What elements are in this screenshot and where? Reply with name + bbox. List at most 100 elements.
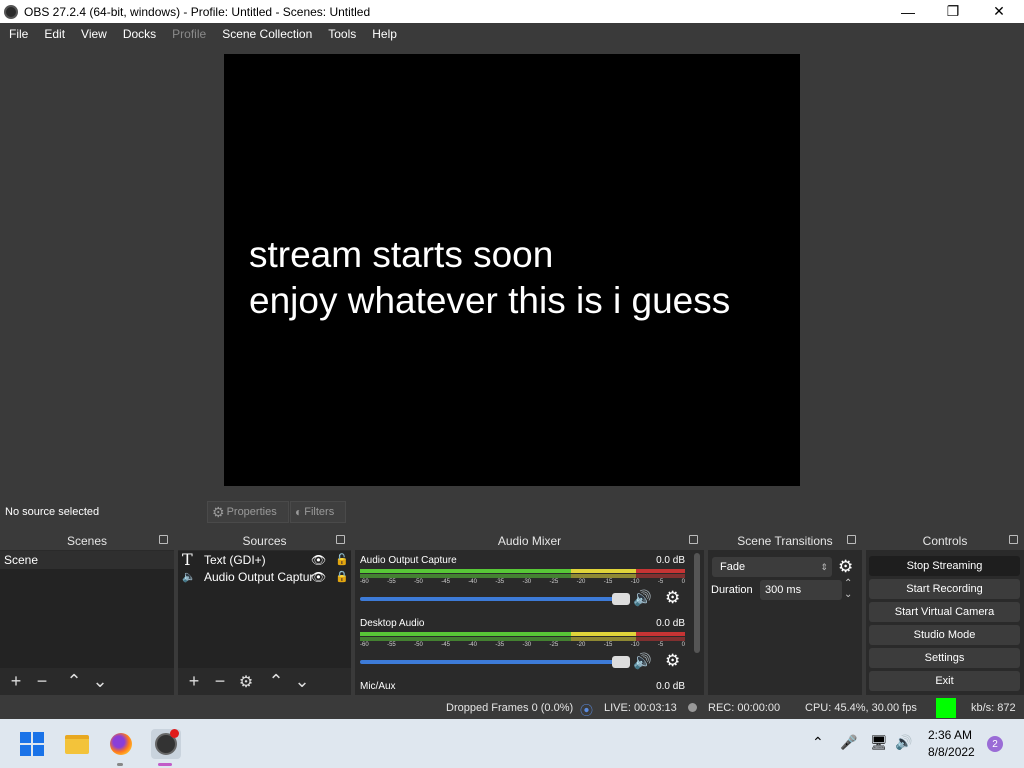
transition-selected-value: Fade (720, 561, 746, 573)
maximize-button[interactable]: ❐ (930, 0, 976, 23)
add-icon[interactable]: + (4, 671, 28, 693)
source-label: Text (GDI+) (204, 552, 266, 567)
move-up-icon[interactable]: ⌃ (264, 671, 288, 693)
source-item-text[interactable]: T Text (GDI+) 👁 🔓 (178, 550, 351, 569)
volume-icon[interactable]: 🔊 (895, 734, 912, 751)
transitions-body: Fade ⇕ ⚙ Duration 300 ms ⌃ ⌄ (708, 551, 862, 695)
notification-badge[interactable]: 2 (987, 736, 1003, 752)
channel-db: 0.0 dB (656, 681, 685, 692)
sources-title: Sources (242, 533, 287, 548)
float-dock-icon[interactable] (336, 535, 345, 544)
mixer-channel: Mic/Aux 0.0 dB (355, 681, 690, 695)
source-item-audio[interactable]: 🔈 Audio Output Captur 👁 🔒 (178, 568, 351, 585)
scenes-list: Scene + − ⌃ ⌄ (0, 551, 174, 695)
recording-dot-icon (170, 729, 179, 738)
source-label: Audio Output Captur (204, 569, 314, 584)
lock-icon[interactable]: 🔒 (335, 570, 349, 583)
speaker-icon[interactable]: 🔊 (633, 589, 652, 607)
rec-time: REC: 00:00:00 (708, 702, 781, 714)
eye-icon[interactable]: 👁 (311, 570, 326, 584)
controls-title: Controls (922, 533, 968, 548)
studio-mode-button[interactable]: Studio Mode (869, 625, 1020, 645)
stop-streaming-button[interactable]: Stop Streaming (869, 556, 1020, 576)
scenes-header: Scenes (0, 531, 174, 550)
minimize-button[interactable]: — (885, 0, 931, 23)
duration-input[interactable]: 300 ms (760, 580, 842, 600)
filters-button[interactable]: ◐ Filters (290, 501, 346, 523)
volume-slider-handle[interactable] (612, 593, 630, 605)
add-icon[interactable]: + (182, 671, 206, 693)
taskbar-time[interactable]: 2:36 AM (928, 728, 972, 742)
volume-meter (360, 569, 685, 573)
volume-meter (360, 637, 685, 641)
microphone-icon[interactable]: 🎤 (840, 734, 857, 751)
volume-slider[interactable] (360, 656, 630, 668)
float-dock-icon[interactable] (159, 535, 168, 544)
preview-text-line-1: stream starts soon (249, 234, 554, 275)
scene-transitions-title: Scene Transitions (737, 533, 833, 548)
scenes-toolbar: + − ⌃ ⌄ (0, 668, 174, 695)
chevron-updown-icon: ⇕ (820, 561, 828, 572)
lock-icon[interactable]: 🔓 (335, 553, 349, 566)
menu-scene-collection[interactable]: Scene Collection (214, 27, 320, 41)
volume-meter (360, 632, 685, 636)
move-down-icon[interactable]: ⌄ (88, 671, 112, 693)
float-dock-icon[interactable] (847, 535, 856, 544)
menu-edit[interactable]: Edit (36, 27, 73, 41)
properties-label: Properties (226, 506, 277, 518)
gear-icon[interactable]: ⚙ (665, 588, 680, 608)
menu-tools[interactable]: Tools (320, 27, 364, 41)
move-down-icon[interactable]: ⌄ (290, 671, 314, 693)
float-dock-icon[interactable] (689, 535, 698, 544)
menu-view[interactable]: View (73, 27, 115, 41)
menu-docks[interactable]: Docks (115, 27, 164, 41)
chevron-up-icon[interactable]: ⌃ (812, 734, 824, 751)
settings-button[interactable]: Settings (869, 648, 1020, 668)
menu-profile[interactable]: Profile (164, 27, 214, 41)
filters-label: Filters (304, 506, 335, 518)
start-recording-button[interactable]: Start Recording (869, 579, 1020, 599)
mixer-channel: Audio Output Capture 0.0 dB -60 -55 -50 -45… (355, 555, 690, 615)
obs-taskbar-icon[interactable] (151, 729, 181, 759)
firefox-icon[interactable] (108, 731, 134, 757)
properties-button[interactable]: ⚙ Properties (207, 501, 289, 523)
duration-stepper[interactable]: ⌃ ⌄ (844, 578, 852, 600)
text-source-icon: T (182, 550, 193, 569)
close-button[interactable]: ✕ (976, 0, 1022, 23)
exit-button[interactable]: Exit (869, 671, 1020, 691)
channel-name: Desktop Audio (360, 618, 425, 629)
channel-db: 0.0 dB (656, 555, 685, 566)
file-explorer-icon[interactable] (64, 731, 90, 757)
transition-select[interactable]: Fade ⇕ (712, 557, 832, 577)
sources-list: T Text (GDI+) 👁 🔓 🔈 Audio Output Captur … (178, 550, 351, 695)
gear-icon[interactable]: ⚙ (838, 557, 853, 577)
mixer-scrollbar[interactable] (694, 553, 700, 653)
audio-mixer-title: Audio Mixer (497, 533, 562, 548)
move-up-icon[interactable]: ⌃ (62, 671, 86, 693)
gear-icon[interactable]: ⚙ (665, 651, 680, 671)
remove-icon[interactable]: − (208, 671, 232, 693)
eye-icon[interactable]: 👁 (311, 553, 326, 567)
preview-canvas[interactable]: stream starts soon enjoy whatever this i… (224, 54, 800, 486)
scene-transitions-dock: Scene Transitions Fade ⇕ ⚙ Duration 300 … (708, 531, 862, 695)
volume-slider[interactable] (360, 593, 630, 605)
remove-icon[interactable]: − (30, 671, 54, 693)
record-icon (688, 703, 697, 712)
network-icon[interactable]: 🖥 (870, 734, 888, 751)
window-title: OBS 27.2.4 (64-bit, windows) - Profile: … (24, 4, 371, 19)
menu-file[interactable]: File (1, 27, 36, 41)
volume-slider-handle[interactable] (612, 656, 630, 668)
live-time: LIVE: 00:03:13 (604, 702, 677, 714)
menu-bar: File Edit View Docks Profile Scene Colle… (0, 23, 1024, 44)
speaker-icon[interactable]: 🔊 (633, 652, 652, 670)
scenes-dock: Scenes Scene + − ⌃ ⌄ (0, 531, 174, 695)
scene-item[interactable]: Scene (0, 551, 174, 569)
controls-dock: Controls Stop Streaming Start Recording … (866, 531, 1024, 695)
start-virtual-camera-button[interactable]: Start Virtual Camera (869, 602, 1020, 622)
gear-icon[interactable]: ⚙ (234, 671, 258, 693)
audio-mixer-header: Audio Mixer (355, 531, 704, 550)
menu-help[interactable]: Help (364, 27, 405, 41)
taskbar-date[interactable]: 8/8/2022 (928, 745, 975, 759)
windows-start-icon[interactable] (19, 731, 45, 757)
float-dock-icon[interactable] (1009, 535, 1018, 544)
